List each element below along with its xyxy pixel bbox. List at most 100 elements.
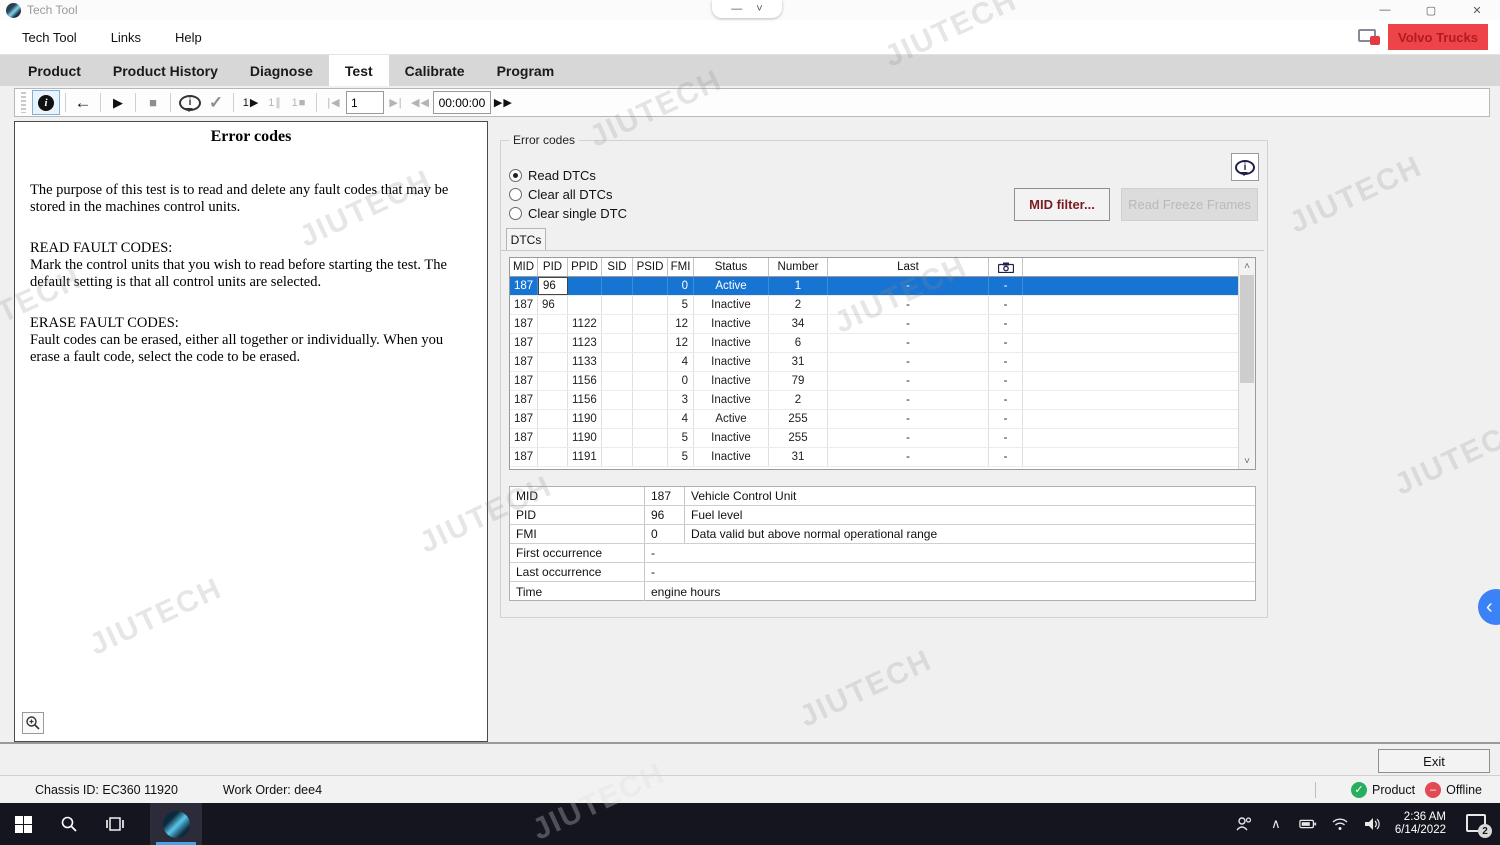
table-cell: 31 bbox=[769, 448, 828, 466]
rewind-button[interactable]: ◀◀ bbox=[408, 91, 433, 114]
step-pause-button[interactable]: 1∥ bbox=[263, 91, 287, 114]
scroll-up-icon[interactable]: ˄ bbox=[1239, 258, 1255, 274]
table-cell bbox=[602, 448, 633, 466]
step-stop-button[interactable]: 1■ bbox=[287, 91, 311, 114]
table-row[interactable]: 18711905Inactive255-- bbox=[510, 429, 1255, 448]
table-row[interactable]: 187960Active1-- bbox=[510, 277, 1255, 296]
table-cell: - bbox=[828, 410, 989, 428]
taskbar-clock[interactable]: 2:36 AM 6/14/2022 bbox=[1395, 811, 1446, 837]
tab-product[interactable]: Product bbox=[12, 55, 97, 86]
scroll-thumb[interactable] bbox=[1240, 275, 1254, 383]
menu-tech-tool[interactable]: Tech Tool bbox=[10, 26, 89, 49]
table-cell bbox=[538, 391, 568, 409]
camera-column-header[interactable] bbox=[989, 258, 1023, 276]
detail-value: 96 bbox=[645, 506, 685, 524]
zoom-tool-button[interactable] bbox=[22, 712, 44, 734]
volume-icon[interactable] bbox=[1363, 815, 1381, 833]
table-scrollbar[interactable]: ˄ ˅ bbox=[1238, 258, 1255, 469]
run-info-toggle-icon[interactable]: i bbox=[32, 90, 60, 115]
table-row[interactable]: 18711563Inactive2-- bbox=[510, 391, 1255, 410]
tab-diagnose[interactable]: Diagnose bbox=[234, 55, 329, 86]
people-icon[interactable] bbox=[1235, 815, 1253, 833]
column-header-status[interactable]: Status bbox=[694, 258, 769, 276]
mid-filter-button[interactable]: MID filter... bbox=[1014, 188, 1110, 221]
tray-chevron-icon[interactable]: ∧ bbox=[1267, 815, 1285, 833]
table-cell: 96 bbox=[538, 277, 568, 295]
table-row[interactable]: 18711560Inactive79-- bbox=[510, 372, 1255, 391]
exit-button[interactable]: Exit bbox=[1378, 749, 1490, 773]
minimize-button[interactable]: — bbox=[1362, 0, 1408, 20]
table-cell: Inactive bbox=[694, 334, 769, 352]
skip-to-start-button[interactable]: |◀ bbox=[322, 91, 346, 114]
tab-product-history[interactable]: Product History bbox=[97, 55, 234, 86]
step-input[interactable] bbox=[346, 91, 384, 114]
time-display[interactable]: 00:00:00 bbox=[433, 91, 491, 114]
tab-test[interactable]: Test bbox=[329, 55, 389, 86]
scroll-down-icon[interactable]: ˅ bbox=[1239, 453, 1255, 469]
table-cell bbox=[602, 296, 633, 314]
side-panel-handle[interactable]: ‹ bbox=[1478, 589, 1500, 625]
chassis-id: Chassis ID: EC360 11920 bbox=[35, 783, 178, 797]
radio-clear-single-dtc[interactable]: Clear single DTC bbox=[509, 206, 627, 221]
tab-dtcs[interactable]: DTCs bbox=[506, 228, 546, 251]
window-title: Tech Tool bbox=[27, 3, 77, 17]
table-cell: - bbox=[989, 334, 1023, 352]
table-row[interactable]: 18711334Inactive31-- bbox=[510, 353, 1255, 372]
taskbar-search-button[interactable] bbox=[46, 803, 92, 845]
pill-minimize-icon[interactable]: — bbox=[731, 3, 742, 15]
table-cell: 96 bbox=[538, 296, 568, 314]
back-arrow-button[interactable]: ← bbox=[71, 91, 95, 114]
column-header-psid[interactable]: PSID bbox=[633, 258, 668, 276]
volvo-trucks-button[interactable]: Volvo Trucks bbox=[1388, 24, 1488, 50]
table-cell: - bbox=[989, 372, 1023, 390]
read-fault-text: Mark the control units that you wish to … bbox=[30, 257, 472, 291]
step-play-button[interactable]: 1▶ bbox=[239, 91, 263, 114]
table-cell: 187 bbox=[510, 353, 538, 371]
column-header-pid[interactable]: PID bbox=[538, 258, 568, 276]
notification-center-button[interactable]: 2 bbox=[1466, 814, 1490, 834]
info-button[interactable]: i bbox=[1231, 153, 1259, 181]
column-header-sid[interactable]: SID bbox=[602, 258, 633, 276]
table-cell bbox=[538, 334, 568, 352]
table-cell: - bbox=[989, 353, 1023, 371]
skip-to-end-button[interactable]: ▶| bbox=[384, 91, 408, 114]
wifi-icon[interactable] bbox=[1331, 815, 1349, 833]
tab-program[interactable]: Program bbox=[481, 55, 571, 86]
table-cell: - bbox=[989, 391, 1023, 409]
radio-clear-all-dtcs[interactable]: Clear all DTCs bbox=[509, 187, 613, 202]
info-balloon-icon[interactable]: i bbox=[176, 91, 204, 114]
menu-help[interactable]: Help bbox=[163, 26, 214, 49]
table-cell: 1156 bbox=[568, 372, 602, 390]
table-row[interactable]: 187965Inactive2-- bbox=[510, 296, 1255, 315]
magnifier-icon bbox=[25, 715, 41, 731]
column-header-mid[interactable]: MID bbox=[510, 258, 538, 276]
column-header-last[interactable]: Last bbox=[828, 258, 989, 276]
pill-chevron-icon[interactable]: ˅ bbox=[756, 3, 762, 15]
taskbar-tech-tool-button[interactable] bbox=[150, 803, 202, 845]
table-row[interactable]: 18711915Inactive31-- bbox=[510, 448, 1255, 467]
stop-button[interactable]: ■ bbox=[141, 91, 165, 114]
table-row[interactable]: 187112212Inactive34-- bbox=[510, 315, 1255, 334]
maximize-button[interactable]: ▢ bbox=[1408, 0, 1454, 20]
table-cell: 187 bbox=[510, 296, 538, 314]
table-row[interactable]: 18711904Active255-- bbox=[510, 410, 1255, 429]
task-view-button[interactable] bbox=[92, 803, 138, 845]
fast-forward-button[interactable]: ▶▶ bbox=[491, 91, 516, 114]
radio-read-dtcs[interactable]: Read DTCs bbox=[509, 168, 596, 183]
detail-value: 187 bbox=[645, 487, 685, 505]
check-button[interactable]: ✓ bbox=[204, 91, 228, 114]
play-button[interactable]: ▶ bbox=[106, 91, 130, 114]
menu-links[interactable]: Links bbox=[99, 26, 153, 49]
table-cell bbox=[602, 334, 633, 352]
tab-calibrate[interactable]: Calibrate bbox=[389, 55, 481, 86]
close-button[interactable]: ✕ bbox=[1454, 0, 1500, 20]
start-button[interactable] bbox=[0, 803, 46, 845]
table-row[interactable]: 187112312Inactive6-- bbox=[510, 334, 1255, 353]
column-header-number[interactable]: Number bbox=[769, 258, 828, 276]
battery-icon[interactable] bbox=[1299, 815, 1317, 833]
column-header-fmi[interactable]: FMI bbox=[668, 258, 694, 276]
column-header-ppid[interactable]: PPID bbox=[568, 258, 602, 276]
table-cell: 6 bbox=[769, 334, 828, 352]
detail-value: - bbox=[645, 544, 1255, 562]
table-cell: 31 bbox=[769, 353, 828, 371]
